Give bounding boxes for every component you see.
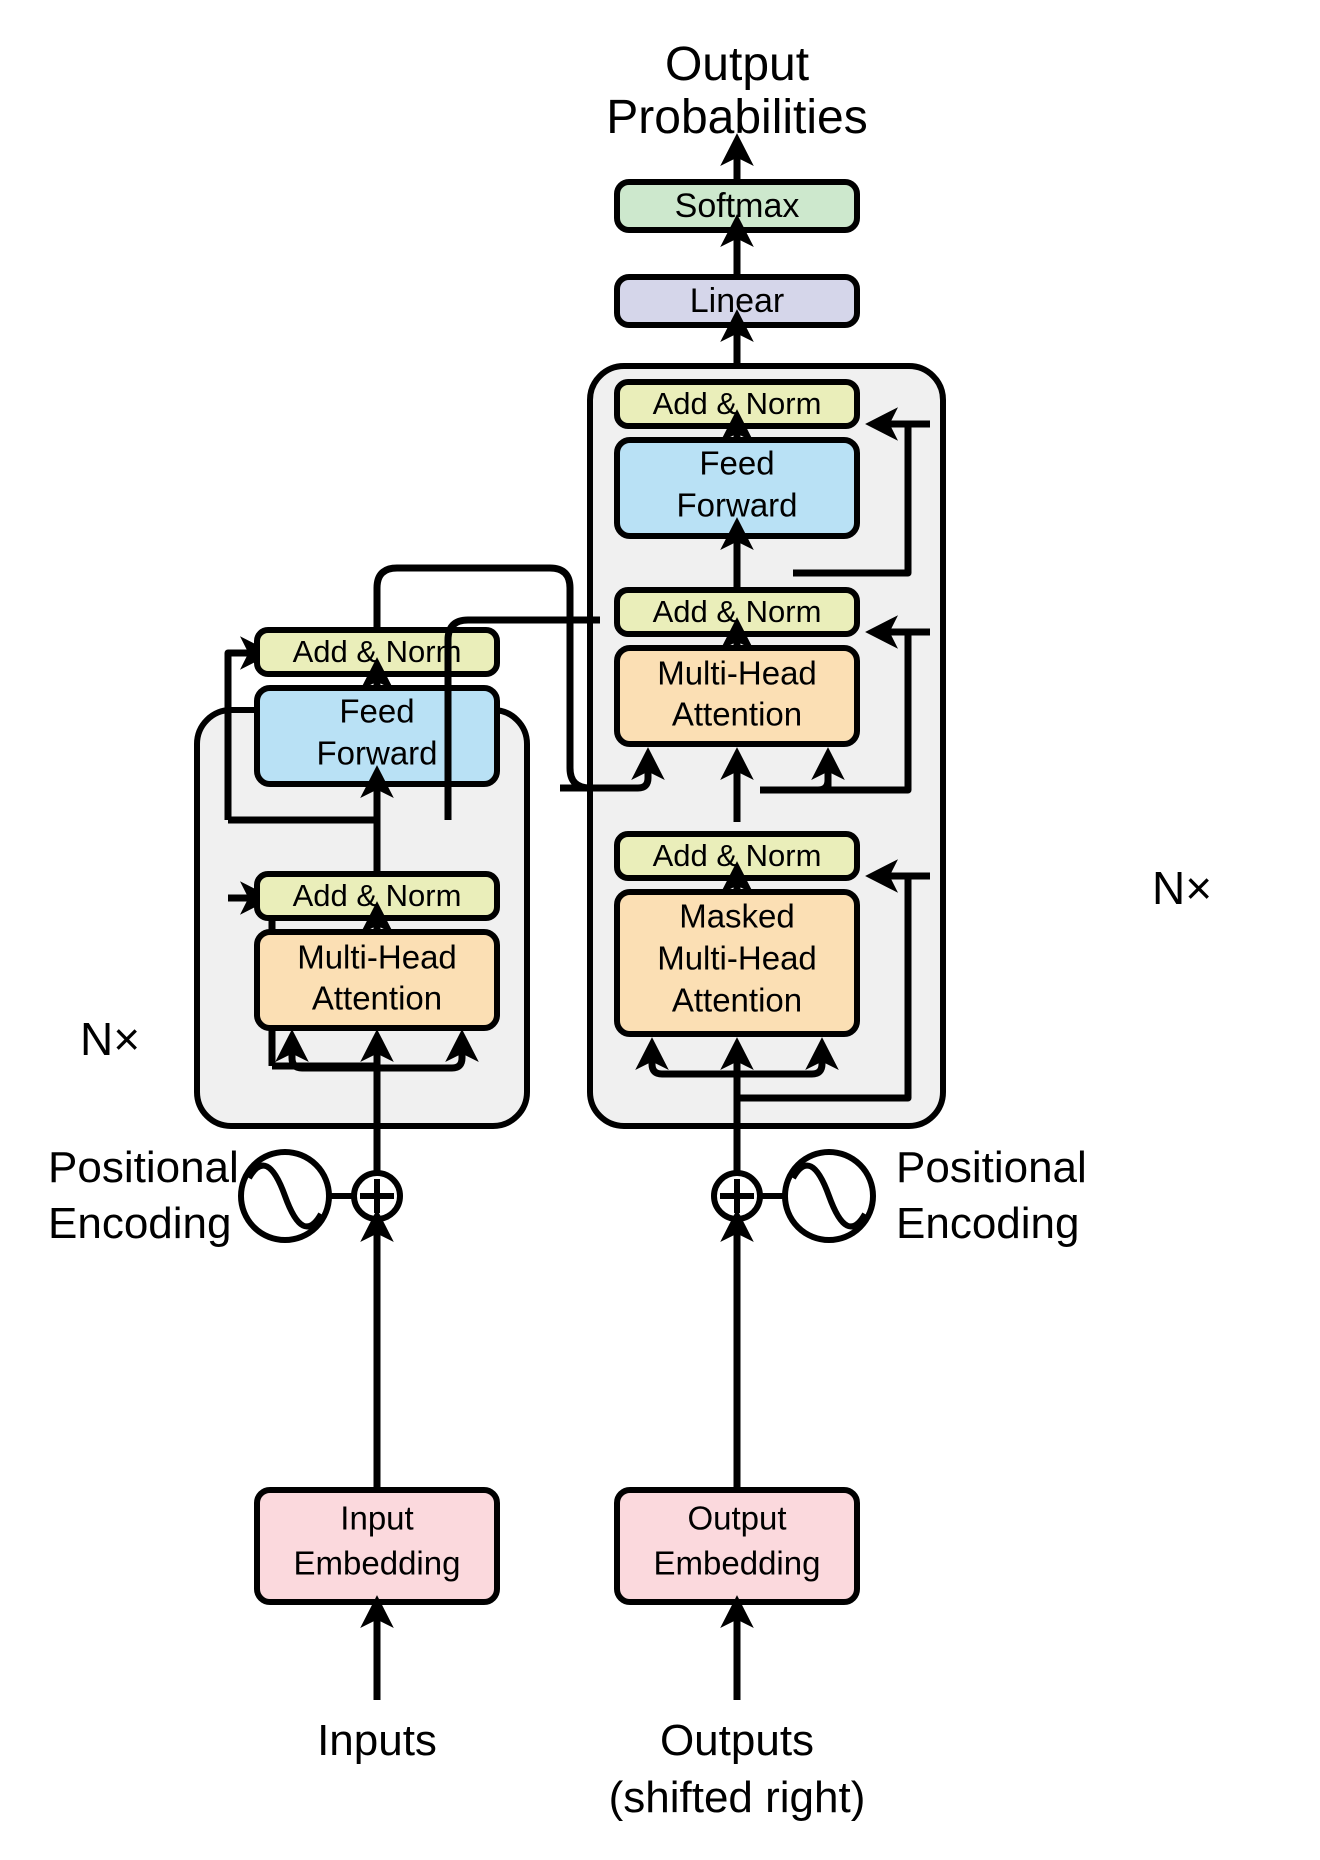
encoder-add-norm-2-block[interactable]: Add & Norm — [254, 627, 500, 677]
input-embedding-block[interactable]: Input Embedding — [254, 1487, 500, 1605]
outputs-line2: (shifted right) — [609, 1773, 866, 1822]
decoder-add-norm-2-label: Add & Norm — [653, 594, 822, 629]
decoder-add-norm-3-block[interactable]: Add & Norm — [614, 379, 860, 429]
outputs-line1: Outputs — [660, 1716, 814, 1765]
decoder-add-norm-2-block[interactable]: Add & Norm — [614, 587, 860, 637]
output-embedding-line2: Embedding — [654, 1545, 821, 1582]
decoder-positional-sum — [711, 1170, 763, 1222]
decoder-masked-attention-line3: Attention — [672, 982, 802, 1019]
decoder-add-norm-1-block[interactable]: Add & Norm — [614, 831, 860, 881]
decoder-multi-head-attention-line1: Multi-Head — [657, 655, 817, 692]
decoder-masked-attention-line1: Masked — [679, 898, 795, 935]
encoder-positional-sum — [351, 1170, 403, 1222]
encoder-repeat-label: N× — [80, 1013, 140, 1065]
decoder-feed-forward-line2: Forward — [676, 487, 797, 524]
decoder-add-norm-1-label: Add & Norm — [653, 838, 822, 873]
decoder-add-norm-3-label: Add & Norm — [653, 386, 822, 421]
decoder-masked-attention-line2: Multi-Head — [657, 940, 817, 977]
softmax-label: Softmax — [675, 187, 800, 225]
output-probabilities-line1: Output — [665, 38, 809, 91]
encoder-multi-head-attention-line1: Multi-Head — [297, 939, 457, 976]
decoder-feed-forward-line1: Feed — [699, 445, 774, 482]
linear-label: Linear — [690, 282, 785, 320]
encoder-add-norm-1-label: Add & Norm — [293, 878, 462, 913]
transformer-architecture-diagram: Output Probabilities Softmax Linear Add … — [0, 0, 1320, 1860]
output-embedding-block[interactable]: Output Embedding — [614, 1487, 860, 1605]
decoder-masked-multi-head-attention-block[interactable]: Masked Multi-Head Attention — [614, 889, 860, 1037]
encoder-multi-head-attention-line2: Attention — [312, 980, 442, 1017]
encoder-feed-forward-line2: Forward — [316, 735, 437, 772]
input-embedding-line2: Embedding — [294, 1545, 461, 1582]
decoder-pe-line1: Positional — [896, 1143, 1087, 1192]
decoder-positional-encoding-icon — [782, 1149, 876, 1243]
decoder-pe-line2: Encoding — [896, 1199, 1079, 1248]
encoder-feed-forward-line1: Feed — [339, 693, 414, 730]
softmax-block[interactable]: Softmax — [614, 179, 860, 233]
decoder-repeat-label: N× — [1152, 862, 1212, 914]
output-embedding-line1: Output — [687, 1500, 786, 1537]
decoder-feed-forward-block[interactable]: Feed Forward — [614, 437, 860, 539]
encoder-feed-forward-block[interactable]: Feed Forward — [254, 685, 500, 787]
encoder-positional-encoding-icon — [238, 1149, 332, 1243]
encoder-pe-line2: Encoding — [48, 1199, 231, 1248]
inputs-label: Inputs — [317, 1716, 437, 1765]
decoder-multi-head-attention-line2: Attention — [672, 696, 802, 733]
encoder-add-norm-2-label: Add & Norm — [293, 634, 462, 669]
encoder-add-norm-1-block[interactable]: Add & Norm — [254, 871, 500, 921]
encoder-pe-line1: Positional — [48, 1143, 239, 1192]
linear-block[interactable]: Linear — [614, 274, 860, 328]
decoder-multi-head-attention-block[interactable]: Multi-Head Attention — [614, 645, 860, 747]
input-embedding-line1: Input — [340, 1500, 413, 1537]
output-probabilities-line2: Probabilities — [606, 91, 867, 144]
encoder-multi-head-attention-block[interactable]: Multi-Head Attention — [254, 929, 500, 1031]
